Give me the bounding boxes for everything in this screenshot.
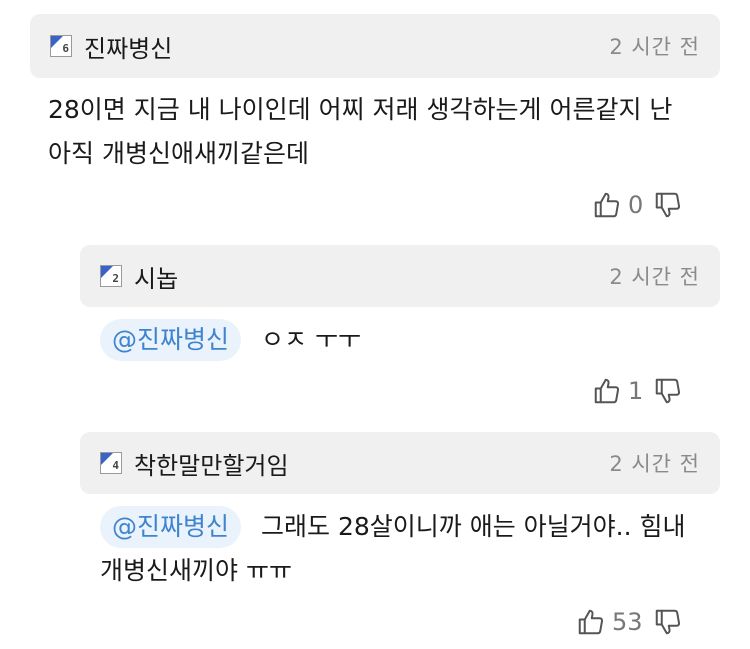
author-name[interactable]: 시놉 [134,259,178,294]
mention-tag[interactable]: @진짜병신 [100,506,242,548]
comment-body: 28이면 지금 내 나이인데 어찌 저래 생각하는게 어른같지 난 아직 개병신… [48,88,672,176]
thumbs-down-icon[interactable] [653,376,683,406]
thumbs-up-icon[interactable] [576,607,606,637]
thumbs-up-icon[interactable] [592,190,622,220]
timestamp: 2 시간 전 [609,35,700,59]
timestamp: 2 시간 전 [609,265,700,289]
author-name[interactable]: 진짜병신 [84,29,172,64]
comment-text-line: 개병신새끼야 ㅠㅠ [100,556,292,585]
thumbs-down-icon[interactable] [653,190,683,220]
author-name[interactable]: 착한말만할거임 [134,446,289,481]
thumbs-up-icon[interactable] [592,376,622,406]
comment-header: 2 시놉 2 시간 전 [80,245,720,307]
comment-text-line: 그래도 28살이니까 애는 아닐거야.. 힘내 [261,512,686,541]
like-count: 1 [628,377,644,405]
comment-actions: 53 [576,607,683,637]
level-badge-icon: 6 [50,35,72,57]
comment-body: @진짜병신 ㅇㅈ ㅜㅜ [100,318,361,362]
comment-text-line: 28이면 지금 내 나이인데 어찌 저래 생각하는게 어른같지 난 [48,95,673,124]
level-badge-icon: 2 [100,265,122,287]
like-count: 53 [612,608,643,636]
comment-actions: 0 [592,190,683,220]
thumbs-down-icon[interactable] [653,607,683,637]
mention-tag[interactable]: @진짜병신 [100,319,242,361]
comment-header: 6 진짜병신 2 시간 전 [30,14,720,78]
timestamp: 2 시간 전 [609,452,700,476]
like-count: 0 [628,191,644,219]
comment-actions: 1 [592,376,683,406]
level-badge-icon: 4 [100,452,122,474]
comment-header: 4 착한말만할거임 2 시간 전 [80,432,720,494]
comment-body: @진짜병신 그래도 28살이니까 애는 아닐거야.. 힘내 개병신새끼야 ㅠㅠ [100,505,686,593]
comment-text-line: 아직 개병신애새끼같은데 [48,139,309,168]
comment-text: ㅇㅈ ㅜㅜ [261,325,361,354]
